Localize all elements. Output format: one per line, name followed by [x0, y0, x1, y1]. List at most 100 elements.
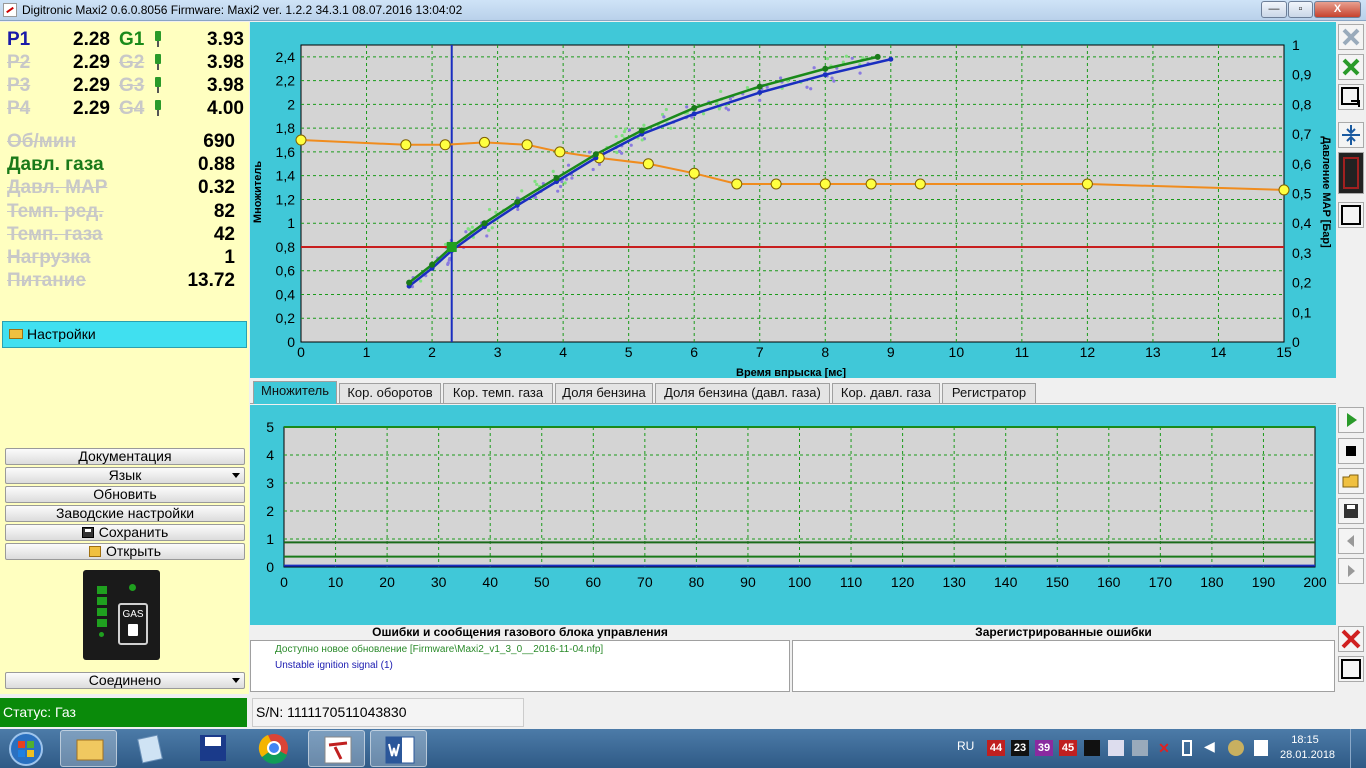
save-icon[interactable] [1338, 498, 1364, 524]
multiplier-chart[interactable]: 0 1 2 3 4 5 6 7 8 9 10 11 12 13 14 15 00,20,40,60,811,2… [250, 22, 1336, 379]
scatter-point [520, 189, 524, 193]
curve-point [642, 158, 654, 170]
language-indicator[interactable]: RU [957, 739, 974, 753]
blank-box-icon[interactable] [1338, 656, 1364, 682]
y-tick-label: 1 [266, 531, 274, 547]
compress-icon[interactable] [1338, 122, 1364, 148]
tray-temp[interactable]: 45 [1059, 740, 1077, 756]
chevron-down-icon [232, 473, 240, 478]
x-tick-label: 6 [690, 344, 698, 360]
volume-icon[interactable]: ◀ [1204, 738, 1215, 755]
activity-monitor-icon[interactable] [1084, 740, 1100, 756]
level-led [97, 597, 107, 605]
injector-icon [153, 31, 163, 47]
x-tick-label: 90 [740, 574, 756, 590]
curve-point [439, 139, 451, 151]
network-error-icon[interactable]: ✕ [1156, 740, 1172, 756]
clock-date[interactable]: 28.01.2018 [1280, 749, 1335, 761]
x-tick-label: 3 [494, 344, 502, 360]
show-desktop-button[interactable] [1350, 729, 1366, 768]
x-tick-label: 100 [788, 574, 812, 590]
curve-point [295, 134, 307, 146]
update-button[interactable]: Обновить [5, 486, 245, 503]
x-tick-label: 5 [625, 344, 633, 360]
registered-errors-list[interactable] [792, 640, 1335, 692]
tray-temp[interactable]: 39 [1035, 740, 1053, 756]
reserve-led [99, 632, 104, 637]
param-value: 82 [213, 201, 235, 222]
scatter-point [516, 207, 520, 212]
blank-box-icon[interactable] [1338, 202, 1364, 228]
open-folder-icon[interactable] [1338, 468, 1364, 494]
clock-time[interactable]: 18:15 [1280, 734, 1330, 746]
x-tick-label: 14 [1211, 344, 1227, 360]
y2-tick-label: 0,5 [1292, 186, 1312, 202]
weather-icon[interactable] [1228, 740, 1244, 756]
tab-multiplier[interactable]: Множитель [253, 381, 337, 404]
g1-label: G1 [119, 29, 145, 50]
settings-header[interactable]: Настройки [2, 321, 247, 348]
tab-petrol-share-gas-pressure[interactable]: Доля бензина (давл. газа) [655, 383, 830, 403]
x-tick-label: 7 [756, 344, 764, 360]
error-messages-list[interactable]: Доступно новое обновление [Firmware\Maxi… [250, 640, 790, 692]
tab-gas-pressure-correction[interactable]: Кор. давл. газа [832, 383, 940, 403]
network-device-icon[interactable] [1108, 740, 1124, 756]
scatter-point [669, 126, 673, 130]
save-button[interactable]: Сохранить [5, 524, 245, 541]
error-message[interactable]: Unstable ignition signal (1) [275, 660, 393, 671]
clear-errors-icon[interactable] [1338, 626, 1364, 652]
scatter-point [494, 210, 498, 214]
error-message[interactable]: Доступно новое обновление [Firmware\Maxi… [275, 644, 603, 655]
x-axis-label: Время впрыска [мс] [736, 367, 846, 378]
minimize-button[interactable]: — [1261, 1, 1287, 18]
step-back-icon[interactable] [1338, 528, 1364, 554]
documentation-button[interactable]: Документация [5, 448, 245, 465]
close-button[interactable]: X [1314, 1, 1361, 18]
battery-icon[interactable] [1182, 740, 1192, 756]
open-folder-icon [89, 546, 101, 557]
export-icon[interactable] [1338, 84, 1364, 110]
maximize-button[interactable]: ▫ [1288, 1, 1313, 18]
factory-settings-button[interactable]: Заводские настройки [5, 505, 245, 522]
tab-petrol-share[interactable]: Доля бензина [555, 383, 653, 403]
cancel-icon[interactable] [1338, 54, 1364, 80]
language-dropdown[interactable]: Язык [5, 467, 245, 484]
level-led [97, 619, 107, 627]
gas-toggle-button[interactable]: GAS [118, 603, 148, 645]
word-taskbar-icon[interactable] [370, 730, 427, 767]
scatter-point [664, 107, 668, 112]
tray-temp[interactable]: 44 [987, 740, 1005, 756]
tab-recorder[interactable]: Регистратор [942, 383, 1036, 403]
chrome-taskbar-icon[interactable] [246, 730, 303, 767]
y-tick-label: 0,8 [276, 239, 296, 255]
play-icon[interactable] [1338, 407, 1364, 433]
param-label: Об/мин [7, 131, 77, 152]
tab-gas-temp-correction[interactable]: Кор. темп. газа [443, 383, 553, 403]
tab-rpm-correction[interactable]: Кор. оборотов [339, 383, 441, 403]
window-title: Digitronic Maxi2 0.6.0.8056 Firmware: Ma… [22, 3, 463, 17]
curve-point [822, 65, 829, 72]
explorer-taskbar-icon[interactable] [60, 730, 117, 767]
close-view-icon[interactable] [1338, 24, 1364, 50]
digitronic-taskbar-icon[interactable] [308, 730, 365, 767]
floppy-taskbar-icon[interactable] [184, 730, 241, 767]
notes-taskbar-icon[interactable] [122, 730, 179, 767]
tray-temp[interactable]: 23 [1011, 740, 1029, 756]
action-center-icon[interactable] [1254, 740, 1268, 756]
open-button[interactable]: Открыть [5, 543, 245, 560]
computer-icon[interactable] [1132, 740, 1148, 756]
step-forward-icon[interactable] [1338, 558, 1364, 584]
start-button[interactable] [4, 731, 48, 767]
p2-value: 2.29 [73, 52, 110, 73]
scatter-point [850, 56, 854, 60]
x-tick-label: 70 [637, 574, 653, 590]
stop-icon[interactable] [1338, 438, 1364, 464]
curve-point [874, 53, 881, 60]
gas-switch-widget[interactable]: GAS [83, 570, 160, 660]
y2-tick-label: 0 [1292, 334, 1300, 350]
recorder-chart[interactable]: 0 10 20 30 40 50 60 70 80 90 100 110 120 130 140 150 160… [250, 405, 1336, 625]
scatter-point [805, 85, 809, 89]
errors-right-title: Зарегистрированные ошибки [975, 625, 1152, 639]
connection-dropdown[interactable]: Соединено [5, 672, 245, 689]
gas-label: GAS [122, 609, 144, 620]
